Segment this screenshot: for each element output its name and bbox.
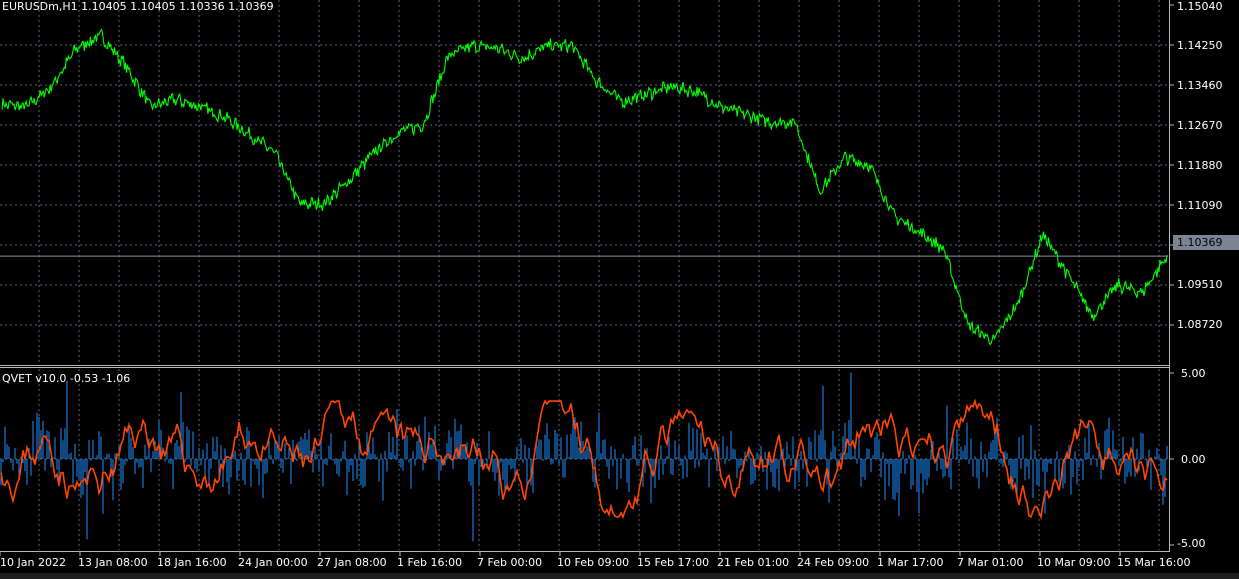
price-label: 1.11880 — [1177, 159, 1223, 172]
time-label: 15 Feb 17:00 — [637, 556, 710, 569]
indicator-chart — [0, 372, 1168, 542]
price-label: 1.14250 — [1177, 39, 1223, 52]
time-label: 24 Feb 09:00 — [797, 556, 870, 569]
time-label: 7 Feb 00:00 — [477, 556, 543, 569]
chart-frame — [0, 0, 1174, 556]
time-label: 10 Feb 09:00 — [557, 556, 630, 569]
status-strip — [0, 573, 1239, 579]
indicator-scale-label: 0.00 — [1181, 453, 1206, 466]
price-label: 1.12670 — [1177, 119, 1223, 132]
price-series-line — [1, 28, 1168, 346]
time-label: 13 Jan 08:00 — [78, 556, 148, 569]
current-price-tag: 1.10369 — [1173, 235, 1239, 250]
time-label: 15 Mar 16:00 — [1117, 556, 1191, 569]
time-label: 10 Jan 2022 — [0, 556, 66, 569]
price-label: 1.15040 — [1177, 0, 1223, 13]
chart-header: EURUSDm,H1 1.10405 1.10405 1.10336 1.103… — [2, 0, 274, 13]
indicator-header: QVET v10.0 -0.53 -1.06 — [2, 372, 131, 385]
time-label: 1 Mar 17:00 — [877, 556, 944, 569]
price-label: 1.09510 — [1177, 278, 1223, 291]
grid-lines — [0, 0, 1168, 550]
time-label: 18 Jan 16:00 — [157, 556, 227, 569]
price-chart — [0, 28, 1168, 346]
time-label: 10 Mar 09:00 — [1037, 556, 1111, 569]
time-label: 24 Jan 00:00 — [238, 556, 308, 569]
indicator-scale-label: 5.00 — [1181, 367, 1206, 380]
time-label: 27 Jan 08:00 — [317, 556, 387, 569]
price-label: 1.11090 — [1177, 199, 1223, 212]
time-label: 21 Feb 01:00 — [717, 556, 790, 569]
price-label: 1.13460 — [1177, 79, 1223, 92]
time-label: 1 Feb 16:00 — [397, 556, 463, 569]
chart-canvas[interactable] — [0, 0, 1239, 579]
time-label: 7 Mar 01:00 — [957, 556, 1024, 569]
price-label: 1.08720 — [1177, 318, 1223, 331]
indicator-scale-label: -5.00 — [1177, 537, 1206, 550]
